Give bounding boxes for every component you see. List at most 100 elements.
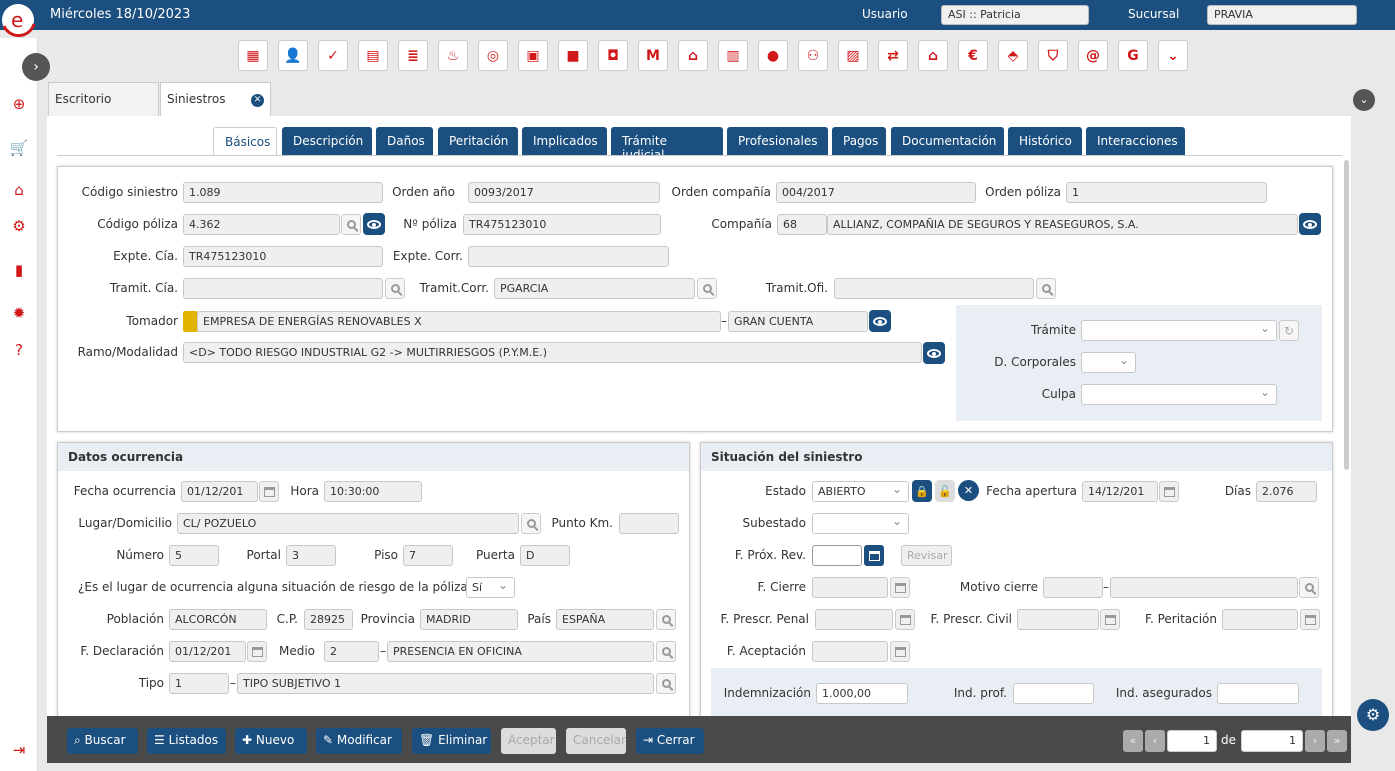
sliders-icon[interactable]: ⚙: [9, 216, 29, 236]
usuario-field[interactable]: ASI :: Patricia: [941, 5, 1089, 25]
subestado-select[interactable]: [812, 513, 909, 534]
cancelar-button[interactable]: Cancelar: [566, 728, 626, 754]
motivo-cierre-field[interactable]: [1110, 577, 1298, 598]
bar-chart-icon[interactable]: ▮: [9, 260, 29, 280]
briefcase-icon[interactable]: ■: [558, 40, 588, 71]
search-icon[interactable]: [656, 609, 676, 630]
calendar-icon[interactable]: [247, 641, 267, 662]
spiral-icon[interactable]: @: [1078, 40, 1108, 71]
last-page-icon[interactable]: »: [1327, 730, 1347, 752]
ramo-field[interactable]: <D> TODO RIESGO INDUSTRIAL G2 -> MULTIRR…: [183, 342, 922, 363]
calendar-icon[interactable]: [890, 577, 910, 598]
unlock-icon[interactable]: 🔓: [935, 480, 955, 502]
tab-siniestros[interactable]: Siniestros ✕: [160, 82, 271, 116]
sucursal-field[interactable]: PRAVIA: [1207, 5, 1357, 25]
calendar-icon[interactable]: [1100, 609, 1120, 630]
chevron-down-icon[interactable]: ⌄: [1158, 40, 1188, 71]
first-page-icon[interactable]: «: [1123, 730, 1143, 752]
money-icon[interactable]: ▣: [518, 40, 548, 71]
tramite-select[interactable]: [1081, 320, 1277, 341]
fecha-apertura-field[interactable]: 14/12/201: [1082, 481, 1158, 502]
subtab-tramite-judicial[interactable]: Trámite judicial: [611, 127, 723, 162]
f-prescr-civil-field[interactable]: [1017, 609, 1099, 630]
indemnizacion-field[interactable]: 1.000,00: [816, 683, 908, 704]
subtab-basicos[interactable]: Básicos: [213, 127, 277, 156]
cp-field[interactable]: 28925: [304, 609, 353, 630]
search-icon[interactable]: [385, 278, 405, 299]
piso-field[interactable]: 7: [403, 545, 453, 566]
view-eye-icon[interactable]: [869, 310, 891, 332]
add-circle-icon[interactable]: ⊕: [9, 94, 29, 114]
dcorporales-select[interactable]: [1081, 352, 1136, 373]
n-poliza-field[interactable]: TR475123010: [463, 214, 661, 235]
tomador-tipo-field[interactable]: GRAN CUENTA: [728, 311, 868, 332]
subtab-pagos[interactable]: Pagos: [832, 127, 886, 156]
lugar-field[interactable]: CL/ POZUELO: [177, 513, 519, 534]
exchange-icon[interactable]: ⇄: [878, 40, 908, 71]
cerrar-button[interactable]: ⇥ Cerrar: [636, 728, 704, 754]
hora-field[interactable]: 10:30:00: [324, 481, 422, 502]
pais-field[interactable]: ESPAÑA: [556, 609, 654, 630]
target-icon[interactable]: ◎: [478, 40, 508, 71]
provincia-field[interactable]: MADRID: [420, 609, 518, 630]
expte-cia-field[interactable]: TR475123010: [183, 246, 383, 267]
motivo-code-field[interactable]: [1043, 577, 1103, 598]
f-aceptacion-field[interactable]: [812, 641, 888, 662]
user-icon[interactable]: ●: [758, 40, 788, 71]
dias-field[interactable]: 2.076: [1256, 481, 1317, 502]
expand-sidebar-button[interactable]: ›: [22, 53, 50, 81]
modificar-button[interactable]: ✎ Modificar: [316, 728, 402, 754]
medio-field[interactable]: PRESENCIA EN OFICINA: [387, 641, 654, 662]
tramit-corr-field[interactable]: PGARCIA: [494, 278, 695, 299]
search-icon[interactable]: [656, 641, 676, 662]
next-page-icon[interactable]: ›: [1305, 730, 1325, 752]
tab-escritorio[interactable]: Escritorio: [48, 82, 159, 116]
subtab-interacciones[interactable]: Interacciones: [1086, 127, 1185, 156]
search-icon[interactable]: [1299, 577, 1319, 598]
building-icon[interactable]: ▥: [718, 40, 748, 71]
refresh-icon[interactable]: ↻: [1279, 320, 1299, 341]
calendar-icon[interactable]: [864, 545, 884, 566]
f-declaracion-field[interactable]: 01/12/201: [169, 641, 246, 662]
medio-code-field[interactable]: 2: [324, 641, 379, 662]
settings-gears-icon[interactable]: ⚙: [1357, 699, 1389, 731]
view-eye-icon[interactable]: [1299, 213, 1321, 235]
buscar-button[interactable]: ⌕ Buscar: [67, 728, 138, 754]
cart-icon[interactable]: 🛒: [9, 138, 29, 158]
view-eye-icon[interactable]: [923, 342, 945, 364]
building-money-icon[interactable]: ▨: [838, 40, 868, 71]
page-number-field[interactable]: 1: [1167, 730, 1217, 752]
gear-icon[interactable]: ✹: [9, 303, 29, 323]
compania-name-field[interactable]: ALLIANZ, COMPAÑIA DE SEGUROS Y REASEGURO…: [827, 214, 1298, 235]
lock-icon[interactable]: 🔒: [912, 480, 932, 502]
cube-icon[interactable]: ▦: [238, 40, 268, 71]
punto-km-field[interactable]: [619, 513, 679, 534]
fire-icon[interactable]: ♨: [438, 40, 468, 71]
search-icon[interactable]: [656, 673, 676, 694]
aceptar-button[interactable]: Aceptar: [501, 728, 556, 754]
expte-corr-field[interactable]: [468, 246, 669, 267]
compania-code-field[interactable]: 68: [777, 214, 827, 235]
tramit-cia-field[interactable]: [183, 278, 383, 299]
culpa-select[interactable]: [1081, 384, 1277, 405]
search-icon[interactable]: [697, 278, 717, 299]
calendar-icon[interactable]: [895, 609, 915, 630]
logout-icon[interactable]: ⇥: [9, 740, 29, 760]
subtab-danos[interactable]: Daños: [376, 127, 433, 156]
poblacion-field[interactable]: ALCORCÓN: [169, 609, 267, 630]
subtab-documentacion[interactable]: Documentación: [891, 127, 1004, 156]
orden-anio-field[interactable]: 0093/2017: [468, 182, 660, 203]
listados-button[interactable]: ☰ Listados: [147, 728, 226, 754]
help-icon[interactable]: ?: [9, 340, 29, 360]
ind-prof-field[interactable]: [1013, 683, 1094, 704]
f-prescr-penal-field[interactable]: [815, 609, 893, 630]
orden-poliza-field[interactable]: 1: [1066, 182, 1267, 203]
subtab-peritacion[interactable]: Peritación: [438, 127, 518, 156]
calendar-icon[interactable]: [259, 481, 279, 502]
f-cierre-field[interactable]: [812, 577, 888, 598]
codigo-poliza-field[interactable]: 4.362: [183, 214, 340, 235]
revisar-button[interactable]: Revisar: [901, 545, 952, 566]
riesgo-select[interactable]: Sí: [466, 577, 515, 598]
tipo-code-field[interactable]: 1: [169, 673, 229, 694]
portal-field[interactable]: 3: [286, 545, 336, 566]
